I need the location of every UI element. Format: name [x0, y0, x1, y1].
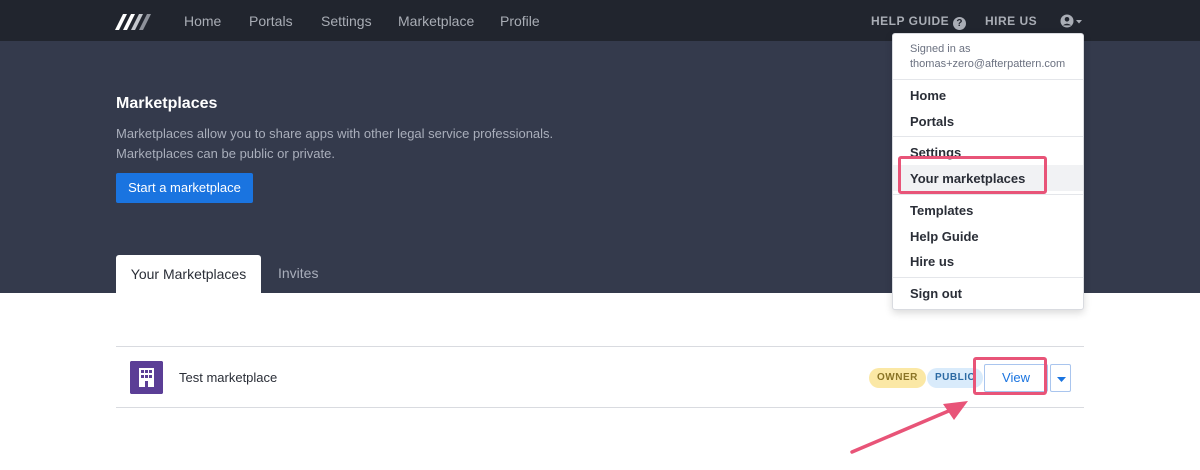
hire-us-link[interactable]: HIRE US — [985, 14, 1037, 28]
signed-in-email: thomas+zero@afterpattern.com — [910, 58, 1066, 70]
dropdown-item-help-guide[interactable]: Help Guide — [910, 229, 979, 244]
help-guide-label: HELP GUIDE — [871, 14, 950, 28]
highlight-view-button — [973, 357, 1047, 395]
nav-portals[interactable]: Portals — [249, 13, 293, 29]
user-menu-toggle[interactable] — [1060, 13, 1084, 29]
annotation-arrow-icon — [850, 401, 968, 454]
caret-down-icon — [1076, 20, 1082, 24]
nav-profile[interactable]: Profile — [500, 13, 540, 29]
question-circle-icon: ? — [953, 17, 967, 30]
tab-invites[interactable]: Invites — [278, 265, 318, 281]
dropdown-item-sign-out[interactable]: Sign out — [910, 286, 962, 301]
highlight-your-marketplaces — [898, 156, 1047, 194]
user-circle-icon — [1060, 14, 1074, 28]
signed-in-label: Signed in as — [910, 43, 971, 55]
dropdown-divider — [893, 194, 1083, 195]
nav-settings[interactable]: Settings — [321, 13, 372, 29]
dropdown-item-portals[interactable]: Portals — [910, 114, 954, 129]
description-line-2: Marketplaces can be public or private. — [116, 146, 335, 161]
dropdown-divider — [893, 79, 1083, 80]
nav-marketplace[interactable]: Marketplace — [398, 13, 474, 29]
afterpattern-logo[interactable] — [115, 12, 151, 30]
dropdown-divider — [893, 277, 1083, 278]
tab-your-marketplaces[interactable]: Your Marketplaces — [116, 255, 261, 293]
caret-down-icon — [1057, 377, 1066, 382]
page-title: Marketplaces — [116, 95, 218, 112]
dropdown-item-home[interactable]: Home — [910, 88, 946, 103]
owner-badge: OWNER — [869, 368, 926, 388]
dropdown-item-templates[interactable]: Templates — [910, 203, 973, 218]
dropdown-divider — [893, 136, 1083, 137]
start-marketplace-button[interactable]: Start a marketplace — [116, 173, 253, 203]
nav-home[interactable]: Home — [184, 13, 221, 29]
dropdown-item-hire-us[interactable]: Hire us — [910, 254, 954, 269]
marketplace-name[interactable]: Test marketplace — [179, 370, 277, 385]
page-description: Marketplaces allow you to share apps wit… — [116, 124, 596, 164]
description-line-1: Marketplaces allow you to share apps wit… — [116, 126, 554, 141]
building-icon — [130, 361, 163, 394]
help-guide-link[interactable]: HELP GUIDE? — [871, 14, 967, 30]
signed-in-info: Signed in as thomas+zero@afterpattern.co… — [910, 42, 1065, 72]
row-options-button[interactable] — [1050, 364, 1071, 392]
